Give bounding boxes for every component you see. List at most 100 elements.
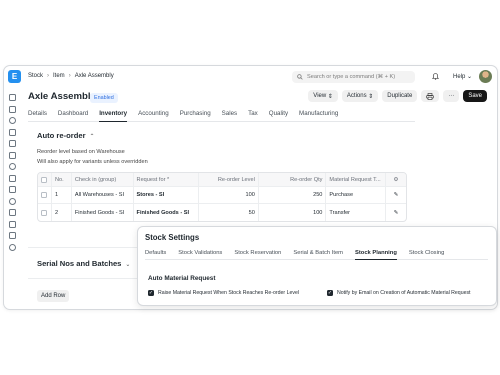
sidebar xyxy=(4,94,21,309)
tab-tax[interactable]: Tax xyxy=(248,108,258,122)
tab-accounting[interactable]: Accounting xyxy=(138,108,169,122)
tab-sales[interactable]: Sales xyxy=(222,108,237,122)
tab-defaults[interactable]: Defaults xyxy=(145,247,166,260)
section-title: Serial Nos and Batches xyxy=(37,259,122,268)
column-header: Re-order Level xyxy=(199,173,259,186)
image-icon[interactable] xyxy=(9,209,16,216)
checkbox-label: Raise Material Request When Stock Reache… xyxy=(158,290,299,296)
tab-inventory[interactable]: Inventory xyxy=(99,108,128,122)
chevron-right-icon: › xyxy=(68,73,71,79)
check-in-cell[interactable]: All Warehouses - SI xyxy=(72,187,134,203)
tools-icon[interactable] xyxy=(9,94,16,101)
calendar-icon[interactable] xyxy=(9,128,16,136)
breadcrumb: Stock › Item › Axle Assembly xyxy=(28,73,114,79)
breadcrumb-item[interactable]: Item xyxy=(53,73,65,79)
box-icon[interactable] xyxy=(9,174,16,182)
variants-description: Will also apply for variants unless over… xyxy=(37,159,148,165)
tab-quality[interactable]: Quality xyxy=(269,108,288,122)
column-header: Check in (group) xyxy=(72,173,134,186)
auto-reorder-section-header[interactable]: Auto re-order ⌃ xyxy=(37,131,95,140)
avatar[interactable] xyxy=(479,70,492,83)
reorder-qty-cell[interactable]: 100 xyxy=(259,204,327,221)
row-checkbox[interactable] xyxy=(38,204,52,221)
chart-icon[interactable] xyxy=(9,151,16,159)
edit-row-icon[interactable]: ✎ xyxy=(386,204,406,221)
chevron-down-icon: ⌄ xyxy=(125,262,131,268)
request-type-cell[interactable]: Purchase xyxy=(326,187,387,203)
duplicate-button[interactable]: Duplicate xyxy=(382,90,418,102)
row-number: 2 xyxy=(52,204,72,221)
column-header: Request for * xyxy=(134,173,200,186)
table-header: No. Check in (group) Request for * Re-or… xyxy=(38,173,406,187)
add-row-button[interactable]: Add Row xyxy=(37,290,70,302)
request-type-cell[interactable]: Transfer xyxy=(326,204,387,221)
row-checkbox[interactable] xyxy=(38,187,52,203)
navbar: E Stock › Item › Axle Assembly Search or… xyxy=(4,66,497,87)
headset-icon[interactable] xyxy=(9,243,16,251)
raise-material-request-checkbox[interactable]: ✓ Raise Material Request When Stock Reac… xyxy=(148,290,299,296)
table-row[interactable]: 2 Finished Goods - SI Finished Goods - S… xyxy=(38,204,406,221)
chevron-down-icon: ⌄ xyxy=(467,74,473,80)
tab-purchasing[interactable]: Purchasing xyxy=(180,108,211,122)
breadcrumb-stock[interactable]: Stock xyxy=(28,73,43,79)
request-for-cell[interactable]: Finished Goods - SI xyxy=(134,204,200,221)
tab-stock-reservation[interactable]: Stock Reservation xyxy=(234,247,281,260)
tab-manufacturing[interactable]: Manufacturing xyxy=(299,108,338,122)
gear-icon[interactable] xyxy=(9,197,16,205)
column-settings-icon[interactable]: ⚙ xyxy=(386,173,406,186)
reorder-level-cell[interactable]: 100 xyxy=(199,187,259,203)
view-label: View xyxy=(313,93,327,99)
column-header: Re-order Qty xyxy=(259,173,327,186)
help-label: Help xyxy=(453,74,466,80)
chevron-right-icon: › xyxy=(47,73,50,79)
select-all-checkbox[interactable] xyxy=(38,173,52,186)
chevron-up-icon: ⌃ xyxy=(89,134,95,140)
checkbox-label: Notify by Email on Creation of Automatic… xyxy=(337,290,471,296)
save-button[interactable]: Save xyxy=(463,90,487,102)
wrench-icon[interactable] xyxy=(9,232,16,239)
serial-section-header[interactable]: Serial Nos and Batches ⌄ xyxy=(37,259,130,268)
folder-icon[interactable] xyxy=(9,220,16,228)
help-dropdown[interactable]: Help ⌄ xyxy=(453,73,472,80)
tab-stock-validations[interactable]: Stock Validations xyxy=(178,247,222,260)
tab-serial-batch-item[interactable]: Serial & Batch Item xyxy=(293,247,343,260)
reorder-table: No. Check in (group) Request for * Re-or… xyxy=(37,172,407,222)
check-in-cell[interactable]: Finished Goods - SI xyxy=(72,204,134,221)
reorder-level-cell[interactable]: 50 xyxy=(199,204,259,221)
request-for-cell[interactable]: Stores - SI xyxy=(134,187,200,203)
notification-bell-icon[interactable] xyxy=(431,72,440,82)
building-icon[interactable] xyxy=(9,105,16,113)
checkbox-checked-icon[interactable]: ✓ xyxy=(148,290,154,296)
row-number: 1 xyxy=(52,187,72,203)
app-logo[interactable]: E xyxy=(8,70,21,83)
notify-by-email-checkbox[interactable]: ✓ Notify by Email on Creation of Automat… xyxy=(327,290,471,296)
tab-stock-closing[interactable]: Stock Closing xyxy=(409,247,444,260)
table-row[interactable]: 1 All Warehouses - SI Stores - SI 100 25… xyxy=(38,187,406,204)
breadcrumb-current[interactable]: Axle Assembly xyxy=(75,73,114,79)
chevron-updown-icon: ⇕ xyxy=(368,93,374,100)
printer-icon xyxy=(426,92,434,100)
list-icon[interactable] xyxy=(9,140,16,147)
checkbox-checked-icon[interactable]: ✓ xyxy=(327,290,333,296)
users-icon[interactable] xyxy=(9,117,16,124)
truck-icon[interactable] xyxy=(9,186,16,193)
stock-settings-card: Stock Settings Defaults Stock Validation… xyxy=(137,226,497,306)
tab-details[interactable]: Details xyxy=(28,108,47,122)
actions-button[interactable]: Actions ⇕ xyxy=(341,90,379,102)
reorder-description: Reorder level based on Warehouse xyxy=(37,149,125,155)
edit-row-icon[interactable]: ✎ xyxy=(386,187,406,203)
search-icon xyxy=(297,74,303,80)
print-button[interactable] xyxy=(421,90,440,102)
form-tabs: Details Dashboard Inventory Accounting P… xyxy=(28,108,415,122)
globe-icon[interactable] xyxy=(9,163,16,170)
search-placeholder: Search or type a command (⌘ + K) xyxy=(307,74,396,80)
tab-dashboard[interactable]: Dashboard xyxy=(58,108,88,122)
tab-stock-planning[interactable]: Stock Planning xyxy=(355,247,397,260)
toolbar: View ⇕ Actions ⇕ Duplicate ··· Save xyxy=(308,90,487,102)
reorder-qty-cell[interactable]: 250 xyxy=(259,187,327,203)
section-title: Auto re-order xyxy=(37,131,86,140)
search-input[interactable]: Search or type a command (⌘ + K) xyxy=(292,71,415,83)
auto-material-request-heading: Auto Material Request xyxy=(148,275,216,282)
view-button[interactable]: View ⇕ xyxy=(308,90,338,102)
more-button[interactable]: ··· xyxy=(443,90,460,102)
